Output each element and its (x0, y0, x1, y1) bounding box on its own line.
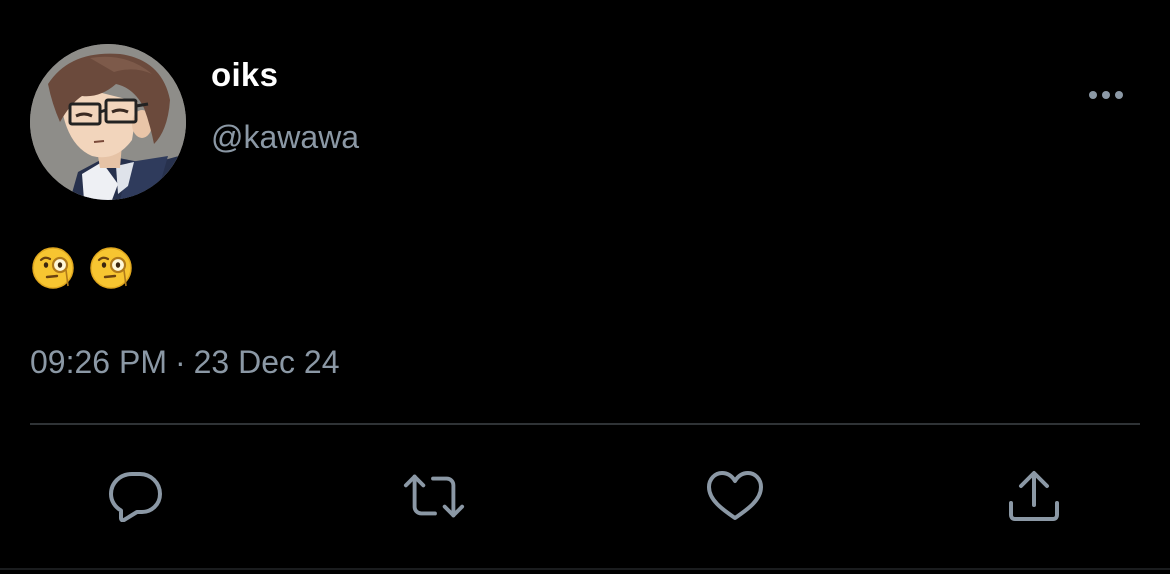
avatar[interactable] (30, 44, 186, 200)
retweet-icon (403, 474, 465, 518)
more-dots-icon (1089, 91, 1123, 99)
like-button[interactable] (703, 466, 767, 526)
heart-icon (707, 471, 763, 520)
user-handle[interactable]: @kawawa (211, 119, 359, 156)
tweet-text (30, 244, 134, 292)
tweet-time: 09:26 PM (30, 344, 167, 380)
share-button[interactable] (1002, 466, 1066, 526)
tweet-timestamp[interactable]: 09:26 PM · 23 Dec 24 (30, 344, 340, 381)
tweet-date: 23 Dec 24 (193, 344, 340, 380)
face-with-monocle-icon (90, 247, 132, 289)
reply-icon (109, 472, 162, 522)
more-options-button[interactable] (1084, 82, 1128, 108)
timestamp-separator: · (174, 344, 186, 380)
face-with-monocle-icon (32, 247, 74, 289)
bottom-divider (0, 568, 1170, 570)
divider (30, 423, 1140, 425)
display-name[interactable]: oiks (211, 56, 278, 94)
share-icon (1009, 471, 1059, 521)
retweet-button[interactable] (402, 466, 466, 526)
reply-button[interactable] (104, 466, 168, 526)
